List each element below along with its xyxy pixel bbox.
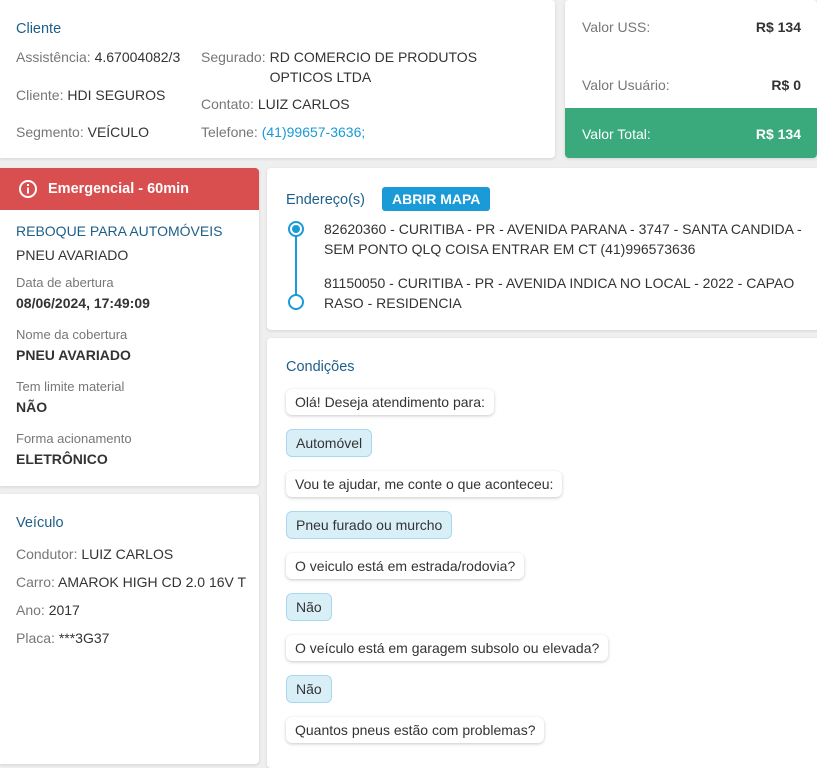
servico-tipo: REBOQUE PARA AUTOMÓVEIS [16, 223, 223, 239]
enderecos-card: Endereço(s) ABRIR MAPA 82620360 - CURITI… [267, 168, 817, 330]
cliente-card: Cliente Assistência: 4.67004082/3 Client… [0, 0, 555, 158]
placa: Placa: ***3G37 [16, 630, 110, 646]
assistencia: Assistência: 4.67004082/3 [16, 49, 181, 65]
endereco-origem: 82620360 - CURITIBA - PR - AVENIDA PARAN… [324, 221, 802, 257]
badge-text: Emergencial - 60min [48, 181, 190, 197]
valor-total: R$ 134 [755, 126, 801, 142]
field-label: Data de abertura [16, 275, 114, 290]
condutor: Condutor: LUIZ CARLOS [16, 546, 174, 562]
valor-uss: R$ 134 [755, 19, 801, 35]
question-bubble: Vou te ajudar, me conte o que aconteceu: [286, 471, 563, 497]
condicoes-title: Condições [286, 359, 355, 375]
telefone: Telefone: (41)99657-3636; [201, 124, 366, 140]
valor-usuario: R$ 0 [771, 77, 801, 93]
route-timeline-icon [288, 221, 304, 310]
enderecos-title: Endereço(s) [286, 192, 365, 208]
question-bubble: Quantos pneus estão com problemas? [286, 717, 545, 743]
valores-card: Valor USS: R$ 134 Valor Usuário: R$ 0 Va… [565, 0, 817, 158]
ano: Ano: 2017 [16, 602, 80, 618]
field-value: PNEU AVARIADO [16, 347, 131, 363]
valor-uss-label: Valor USS: [582, 19, 651, 35]
question-bubble: O veículo está em garagem subsolo ou ele… [286, 635, 609, 661]
field-label: Tem limite material [16, 379, 125, 394]
field-label: Nome da cobertura [16, 327, 128, 342]
answer-bubble: Não [286, 593, 332, 621]
field-value: NÃO [16, 399, 48, 415]
answer-bubble: Não [286, 675, 332, 703]
valor-usuario-label: Valor Usuário: [582, 77, 670, 93]
veiculo-card: Veículo Condutor: LUIZ CARLOS Carro: AMA… [0, 494, 259, 764]
valor-total-bar: Valor Total: R$ 134 [565, 108, 817, 158]
condicoes-card: Condições Olá! Deseja atendimento para: A… [267, 338, 817, 768]
servico-card: Emergencial - 60min REBOQUE PARA AUTOMÓV… [0, 168, 259, 486]
valor-total-label: Valor Total: [582, 126, 651, 142]
field-label: Forma acionamento [16, 431, 132, 446]
carro: Carro: AMAROK HIGH CD 2.0 16V T [16, 574, 247, 590]
question-bubble: Olá! Deseja atendimento para: [286, 389, 494, 415]
field-value: 08/06/2024, 17:49:09 [16, 295, 150, 311]
field-value: ELETRÔNICO [16, 451, 108, 467]
answer-bubble: Automóvel [286, 429, 373, 457]
servico-motivo: PNEU AVARIADO [16, 247, 129, 263]
endereco-destino: 81150050 - CURITIBA - PR - AVENIDA INDIC… [324, 275, 795, 311]
cliente-title: Cliente [16, 21, 62, 37]
answer-bubble: Pneu furado ou murcho [286, 511, 453, 539]
info-icon [19, 180, 37, 198]
emergencial-badge: Emergencial - 60min [0, 168, 259, 210]
question-bubble: O veiculo está em estrada/rodovia? [286, 553, 525, 579]
segurado: Segurado: RD COMERCIO DE PRODUTOS OPTICOS… [201, 49, 478, 85]
cliente-nome: Cliente: HDI SEGUROS [16, 87, 166, 103]
segmento: Segmento: VEÍCULO [16, 124, 150, 140]
veiculo-title: Veículo [16, 515, 64, 531]
telefone-link[interactable]: (41)99657-3636; [262, 124, 366, 140]
contato: Contato: LUIZ CARLOS [201, 96, 350, 112]
abrir-mapa-button[interactable]: ABRIR MAPA [382, 187, 491, 211]
